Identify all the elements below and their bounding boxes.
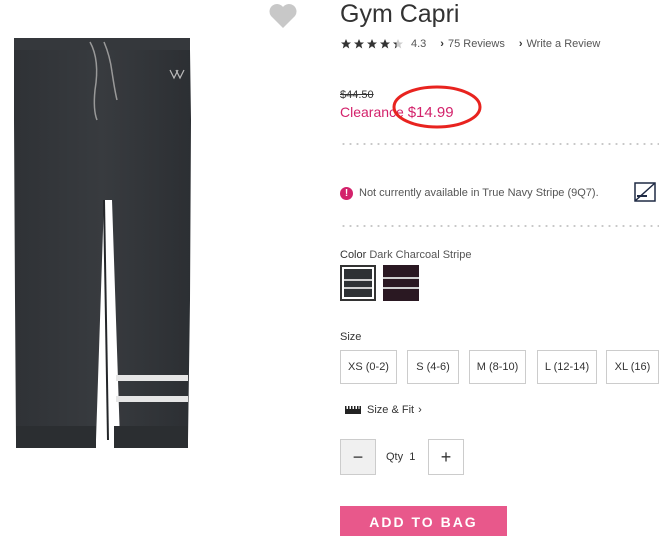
size-option-m[interactable]: M (8-10) [469,350,526,384]
sale-prefix: Clearance [340,104,408,120]
swatch-plum-stripe[interactable] [383,265,419,301]
chevron-right-icon: › [418,404,422,416]
sale-price: Clearance $14.99 [340,104,454,121]
half-star-icon [393,39,403,49]
quantity-value: 1 [409,451,416,463]
divider [340,225,659,227]
swatch-dark-charcoal-stripe[interactable] [340,265,376,301]
original-price: $44.50 [340,89,374,101]
rating-value: 4.3 [411,38,427,50]
unavailable-swatch-icon [634,182,656,202]
divider [340,143,659,145]
chevron-right-icon: › [518,38,523,50]
rating-row: 4.3 › 75 Reviews › Write a Review [340,36,600,52]
star-rating [340,38,405,50]
color-label-text: Color [340,249,367,261]
chevron-right-icon: › [440,38,444,50]
write-review-link[interactable]: Write a Review [527,38,601,50]
quantity-label: Qty [386,451,404,463]
star-icon [354,39,364,49]
size-fit-link[interactable]: Size & Fit › [345,403,422,417]
color-label: Color Dark Charcoal Stripe [340,249,471,261]
star-icon [367,39,377,49]
product-title: Gym Capri [340,0,460,28]
sale-amount: $14.99 [407,104,454,121]
reviews-link[interactable]: 75 Reviews [448,38,505,50]
ruler-icon [345,406,361,414]
size-option-xs[interactable]: XS (0-2) [340,350,397,384]
heart-icon[interactable] [268,2,298,30]
notice-text: Not currently available in True Navy Str… [359,187,599,199]
size-option-l[interactable]: L (12-14) [537,350,597,384]
size-label: Size [340,331,362,343]
star-icon [380,39,390,49]
product-image [0,0,230,470]
size-fit-label: Size & Fit [367,404,415,416]
size-option-s[interactable]: S (4-6) [407,350,459,384]
quantity-increment-button[interactable]: + [428,439,464,475]
alert-icon: ! [340,186,353,200]
size-option-xl[interactable]: XL (16) [606,350,659,384]
selected-color: Dark Charcoal Stripe [369,249,472,261]
star-icon [341,39,351,49]
add-to-bag-button[interactable]: ADD TO BAG [340,506,507,536]
availability-notice: ! Not currently available in True Navy S… [340,184,599,202]
quantity-decrement-button[interactable]: − [340,439,376,475]
quantity-display: Qty 1 [386,451,415,463]
